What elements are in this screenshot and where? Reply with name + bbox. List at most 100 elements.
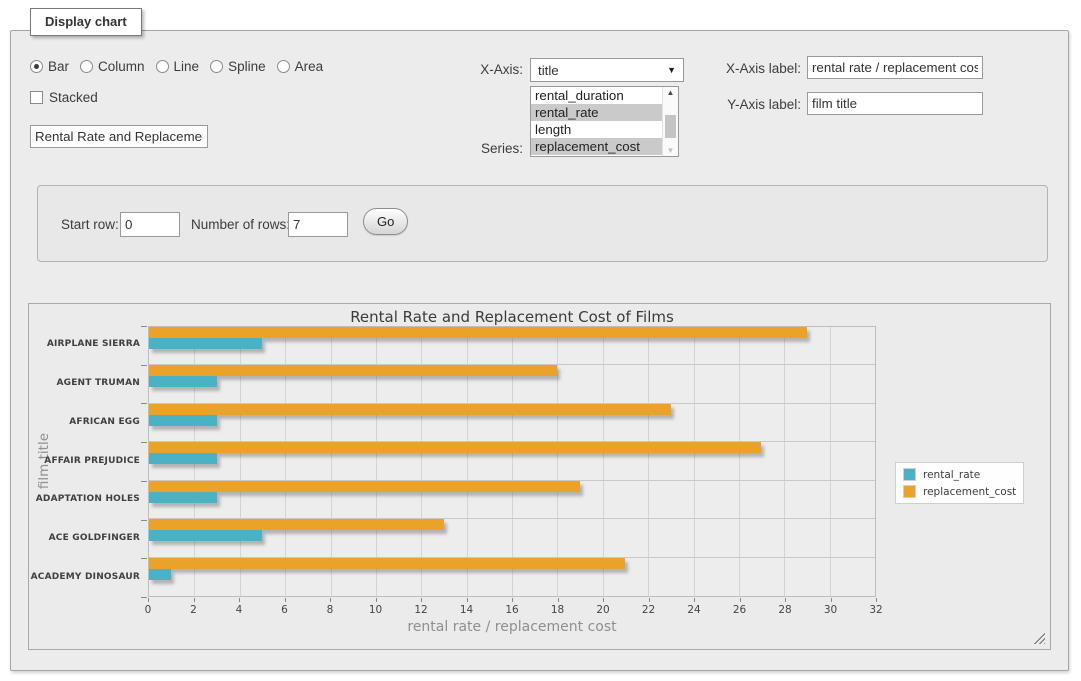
chart-type-option-label: Line xyxy=(174,59,200,74)
x-tick-label: 2 xyxy=(174,604,214,616)
scrollbar-thumb[interactable] xyxy=(665,115,676,138)
series-listbox[interactable]: ▲ ▼ rental_durationrental_ratelengthrepl… xyxy=(530,86,679,157)
bar-rental_rate xyxy=(149,492,217,503)
bar-replacement_cost xyxy=(149,442,761,453)
y-tick-mark xyxy=(141,558,147,559)
bar-replacement_cost xyxy=(149,327,807,338)
y-tick-label: ACADEMY DINOSAUR xyxy=(29,572,140,582)
legend-item-rental_rate: rental_rate xyxy=(903,468,1016,481)
x-tick-mark xyxy=(831,598,832,602)
y-tick-label: ADAPTATION HOLES xyxy=(29,494,140,504)
y-axis-label-caption: Y-Axis label: xyxy=(711,97,801,112)
radio-icon[interactable] xyxy=(156,60,169,73)
chart-type-spline[interactable]: Spline xyxy=(210,59,266,74)
x-tick-mark xyxy=(876,598,877,602)
x-tick-mark xyxy=(694,598,695,602)
x-tick-label: 12 xyxy=(401,604,441,616)
chevron-down-icon: ▼ xyxy=(667,65,676,75)
y-tick-label: ACE GOLDFINGER xyxy=(29,533,140,543)
chart-x-axis-title: rental rate / replacement cost xyxy=(148,619,876,635)
y-axis-label-input[interactable] xyxy=(807,92,983,115)
y-tick-label: AGENT TRUMAN xyxy=(29,378,140,388)
number-of-rows-label: Number of rows: xyxy=(191,217,290,232)
y-tick-label: AFFAIR PREJUDICE xyxy=(29,456,140,466)
category-band xyxy=(149,442,875,480)
chart-type-option-label: Column xyxy=(98,59,145,74)
series-option-replacement_cost[interactable]: replacement_cost xyxy=(531,138,662,155)
stacked-option[interactable]: Stacked xyxy=(30,88,98,106)
scroll-up-icon[interactable]: ▲ xyxy=(663,88,678,97)
listbox-scrollbar[interactable]: ▲ ▼ xyxy=(662,87,678,156)
x-tick-mark xyxy=(558,598,559,602)
scroll-down-icon[interactable]: ▼ xyxy=(663,146,678,155)
x-tick-mark xyxy=(512,598,513,602)
legend-label: replacement_cost xyxy=(923,486,1016,498)
chart-type-line[interactable]: Line xyxy=(156,59,200,74)
x-tick-label: 8 xyxy=(310,604,350,616)
bar-rental_rate xyxy=(149,415,217,426)
stacked-checkbox[interactable] xyxy=(30,91,43,104)
x-tick-mark xyxy=(194,598,195,602)
x-axis-label-input[interactable] xyxy=(807,56,983,79)
x-tick-label: 4 xyxy=(219,604,259,616)
y-tick-mark xyxy=(141,520,147,521)
y-tick-mark xyxy=(141,365,147,366)
chart-type-column[interactable]: Column xyxy=(80,59,145,74)
bar-replacement_cost xyxy=(149,404,671,415)
legend-swatch xyxy=(903,468,916,481)
x-tick-mark xyxy=(239,598,240,602)
series-option-rental_duration[interactable]: rental_duration xyxy=(531,87,662,104)
category-band xyxy=(149,558,875,596)
chart-title-input[interactable] xyxy=(30,125,208,148)
x-axis-selected-value: title xyxy=(538,63,559,78)
y-tick-mark xyxy=(141,326,147,327)
radio-icon[interactable] xyxy=(80,60,93,73)
display-chart-legend: Display chart xyxy=(30,8,142,36)
x-axis-select-label: X-Axis: xyxy=(441,62,523,77)
x-tick-label: 26 xyxy=(720,604,760,616)
series-select-label: Series: xyxy=(441,141,523,156)
x-tick-label: 28 xyxy=(765,604,805,616)
category-band xyxy=(149,327,875,365)
go-button[interactable]: Go xyxy=(363,208,408,235)
chart-type-area[interactable]: Area xyxy=(277,59,324,74)
x-tick-mark xyxy=(649,598,650,602)
bar-rental_rate xyxy=(149,569,171,580)
x-tick-label: 20 xyxy=(583,604,623,616)
bar-replacement_cost xyxy=(149,481,580,492)
x-tick-label: 18 xyxy=(538,604,578,616)
legend-item-replacement_cost: replacement_cost xyxy=(903,485,1016,498)
x-tick-label: 30 xyxy=(811,604,851,616)
x-tick-label: 0 xyxy=(128,604,168,616)
bar-rental_rate xyxy=(149,338,262,349)
y-tick-mark xyxy=(141,481,147,482)
x-tick-label: 24 xyxy=(674,604,714,616)
series-option-rental_rate[interactable]: rental_rate xyxy=(531,104,662,121)
x-tick-label: 6 xyxy=(265,604,305,616)
start-row-input[interactable] xyxy=(120,212,180,237)
category-band xyxy=(149,365,875,403)
bar-replacement_cost xyxy=(149,558,625,569)
category-band xyxy=(149,481,875,519)
radio-icon[interactable] xyxy=(210,60,223,73)
chart-type-bar[interactable]: Bar xyxy=(30,59,69,74)
start-row-label: Start row: xyxy=(61,217,119,232)
chart-type-radiogroup: Bar Column Line Spline Area xyxy=(30,56,323,76)
chart-type-option-label: Bar xyxy=(48,59,69,74)
x-axis-select[interactable]: title ▼ xyxy=(530,58,684,82)
bar-rental_rate xyxy=(149,376,217,387)
resize-grip-icon[interactable] xyxy=(1033,632,1045,644)
category-band xyxy=(149,404,875,442)
x-tick-label: 32 xyxy=(856,604,896,616)
radio-icon[interactable] xyxy=(277,60,290,73)
x-tick-mark xyxy=(148,598,149,602)
series-option-length[interactable]: length xyxy=(531,121,662,138)
bar-replacement_cost xyxy=(149,519,444,530)
radio-icon[interactable] xyxy=(30,60,43,73)
x-tick-label: 22 xyxy=(629,604,669,616)
chart-type-option-label: Spline xyxy=(228,59,266,74)
y-tick-label: AIRPLANE SIERRA xyxy=(29,339,140,349)
number-of-rows-input[interactable] xyxy=(288,212,348,237)
y-tick-mark xyxy=(141,403,147,404)
stacked-label: Stacked xyxy=(49,90,98,105)
